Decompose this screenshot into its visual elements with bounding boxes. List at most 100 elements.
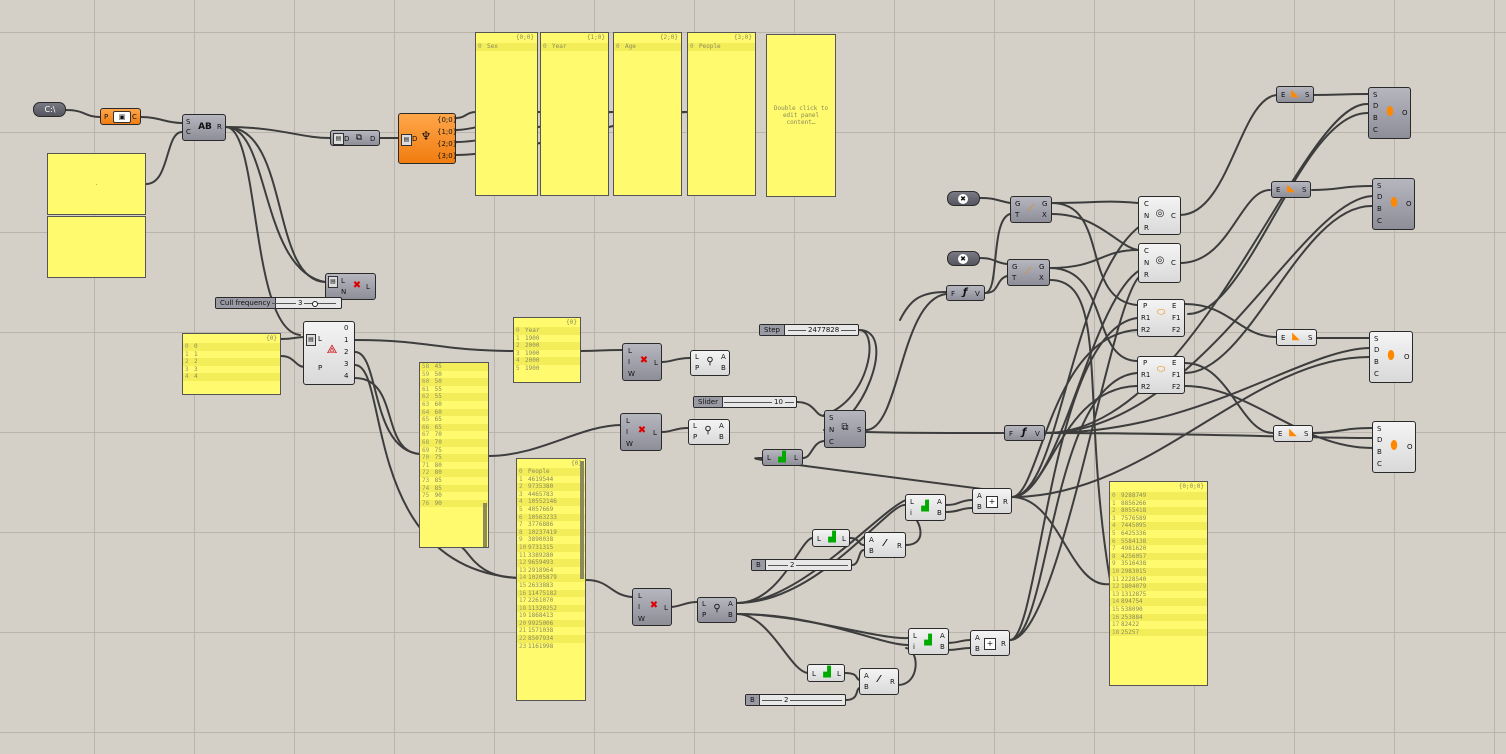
- input-c[interactable]: C: [1144, 200, 1149, 208]
- slider-track[interactable]: [762, 700, 842, 701]
- input-l[interactable]: L: [628, 347, 632, 355]
- input-i[interactable]: I: [628, 358, 630, 366]
- boundary-surface-component-2[interactable]: E ◣ S: [1271, 181, 1311, 198]
- output-l[interactable]: L: [794, 454, 798, 462]
- divide-component-1[interactable]: A B ⁄ R: [864, 532, 906, 558]
- input-p[interactable]: P: [702, 611, 706, 619]
- input-e[interactable]: E: [1281, 91, 1285, 99]
- input-l[interactable]: L: [913, 632, 917, 640]
- boundary-surface-component-4[interactable]: E ◣ S: [1273, 425, 1313, 442]
- output-g[interactable]: G: [1039, 263, 1044, 271]
- input-c[interactable]: C: [1373, 126, 1378, 134]
- output-a[interactable]: A: [728, 600, 733, 608]
- output-c[interactable]: C: [1171, 212, 1176, 220]
- panel-year[interactable]: {1;0} 0 Year: [540, 32, 609, 196]
- input-r[interactable]: R: [1144, 271, 1149, 279]
- input-d[interactable]: D: [412, 135, 417, 143]
- input-i[interactable]: I: [626, 428, 628, 436]
- output-o[interactable]: O: [1407, 443, 1413, 451]
- output-d[interactable]: D: [370, 135, 375, 143]
- custom-preview-component-2[interactable]: S D B C ⬮ O: [1372, 178, 1415, 230]
- output-4[interactable]: 4: [344, 372, 348, 380]
- input-b[interactable]: B: [1374, 358, 1379, 366]
- input-l[interactable]: L: [341, 277, 345, 285]
- input-p[interactable]: P: [318, 364, 322, 372]
- input-c[interactable]: C: [829, 438, 834, 446]
- output-b[interactable]: B: [937, 509, 942, 517]
- list-length-component-2[interactable]: L ▟ L: [807, 664, 845, 682]
- weave-component-1[interactable]: L P ⚲ A B: [690, 350, 730, 376]
- output-f1[interactable]: F1: [1172, 371, 1180, 379]
- cull-pattern-component-2[interactable]: L I W ✖ L: [620, 413, 662, 451]
- output-0-0[interactable]: {0;0}: [437, 116, 457, 124]
- input-b[interactable]: B: [1377, 205, 1382, 213]
- input-p[interactable]: P: [1143, 302, 1147, 310]
- input-l[interactable]: L: [910, 498, 914, 506]
- circle-component-1[interactable]: C N R ◎ C: [1138, 196, 1181, 235]
- output-s[interactable]: S: [1308, 334, 1312, 342]
- output-a[interactable]: A: [721, 353, 726, 361]
- input-l[interactable]: L: [638, 592, 642, 600]
- ellipse-component-2[interactable]: P R1 R2 ⬭ E F1 F2: [1137, 356, 1185, 394]
- input-r2[interactable]: R2: [1141, 326, 1150, 334]
- expression-component-1[interactable]: F ƒ V: [946, 285, 985, 301]
- input-s[interactable]: S: [186, 118, 190, 126]
- output-r[interactable]: R: [897, 542, 902, 550]
- input-l[interactable]: L: [626, 417, 630, 425]
- output-0[interactable]: 0: [344, 324, 348, 332]
- output-f2[interactable]: F2: [1172, 383, 1180, 391]
- list-length-component-1[interactable]: L ▟ L: [812, 529, 850, 547]
- input-g[interactable]: G: [1012, 263, 1017, 271]
- input-a[interactable]: A: [975, 634, 980, 642]
- input-w[interactable]: W: [638, 615, 645, 623]
- input-d[interactable]: D: [344, 135, 349, 143]
- input-c[interactable]: C: [1144, 247, 1149, 255]
- output-1-0[interactable]: {1;0}: [437, 128, 457, 136]
- input-t[interactable]: T: [1015, 211, 1019, 219]
- gradient-component-2[interactable]: G T ⟋ G X: [1007, 259, 1050, 286]
- input-e[interactable]: E: [1281, 334, 1285, 342]
- input-r1[interactable]: R1: [1141, 314, 1150, 322]
- input-l[interactable]: L: [817, 535, 821, 543]
- input-f[interactable]: F: [1009, 430, 1013, 438]
- series-component[interactable]: S N C ⧉ S: [824, 410, 866, 448]
- output-f1[interactable]: F1: [1172, 314, 1180, 322]
- input-c[interactable]: C: [186, 128, 191, 136]
- input-l[interactable]: L: [702, 600, 706, 608]
- input-d[interactable]: D: [1374, 346, 1379, 354]
- panel-people[interactable]: {3;0} 0 People: [687, 32, 756, 196]
- output-e[interactable]: E: [1172, 302, 1176, 310]
- panel-age[interactable]: {2;0} 0 Age: [613, 32, 682, 196]
- output-r[interactable]: R: [217, 123, 222, 131]
- scrollbar[interactable]: [483, 503, 487, 547]
- input-d[interactable]: D: [1377, 436, 1382, 444]
- input-b[interactable]: B: [1373, 114, 1378, 122]
- input-e[interactable]: E: [1276, 186, 1280, 194]
- input-a[interactable]: A: [864, 672, 869, 680]
- input-l[interactable]: L: [767, 454, 771, 462]
- input-t[interactable]: T: [1012, 274, 1016, 282]
- scrollbar[interactable]: [580, 461, 584, 579]
- output-l[interactable]: L: [654, 359, 658, 367]
- input-c[interactable]: C: [1377, 460, 1382, 468]
- output-s[interactable]: S: [857, 426, 861, 434]
- step-slider[interactable]: Step 2477828: [759, 324, 859, 336]
- output-x[interactable]: X: [1042, 211, 1047, 219]
- input-r2[interactable]: R2: [1141, 383, 1150, 391]
- cull-index-component[interactable]: ▤ L N ✖ L: [325, 273, 376, 300]
- output-o[interactable]: O: [1402, 109, 1408, 117]
- input-n[interactable]: N: [829, 426, 834, 434]
- input-s[interactable]: S: [829, 414, 833, 422]
- input-b[interactable]: B: [1377, 448, 1382, 456]
- output-a[interactable]: A: [937, 498, 942, 506]
- input-l[interactable]: L: [693, 422, 697, 430]
- addition-component-2[interactable]: A B + R: [970, 630, 1010, 656]
- weave-component-2[interactable]: L P ⚲ A B: [688, 419, 730, 445]
- output-b[interactable]: B: [721, 364, 726, 372]
- input-r[interactable]: R: [1144, 224, 1149, 232]
- input-e[interactable]: E: [1278, 430, 1282, 438]
- output-a[interactable]: A: [719, 422, 724, 430]
- panel-empty-left[interactable]: [47, 216, 146, 278]
- expression-component-2[interactable]: F ƒ V: [1004, 425, 1045, 441]
- input-s[interactable]: S: [1373, 91, 1377, 99]
